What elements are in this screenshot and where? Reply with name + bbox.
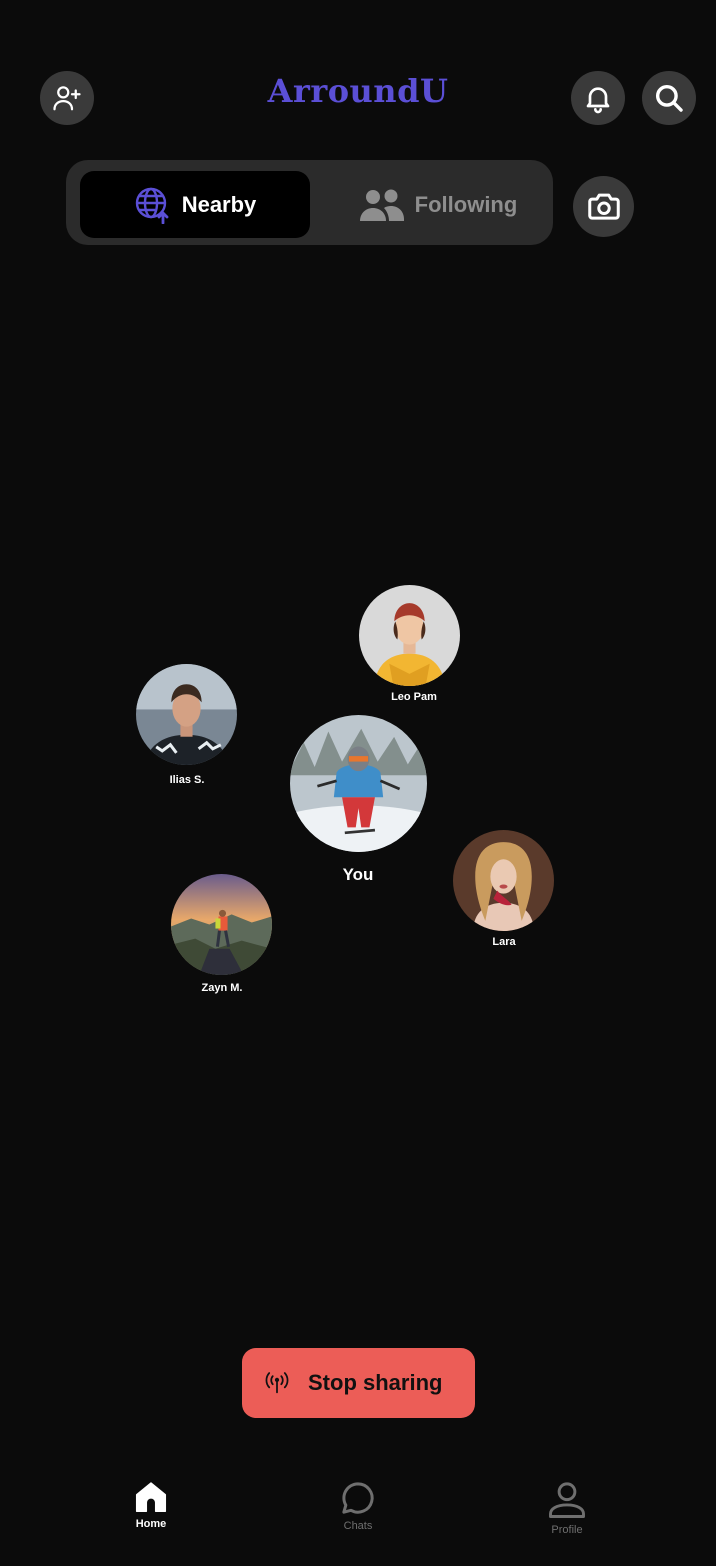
avatar-photo	[359, 585, 460, 686]
avatar-name-you: You	[342, 865, 374, 884]
avatar-name-ilias-s: Ilias S.	[169, 774, 205, 786]
search-icon	[655, 84, 683, 112]
camera-icon	[587, 193, 620, 220]
search-button[interactable]	[642, 71, 696, 125]
chat-bubble-icon	[342, 1482, 374, 1514]
avatar-lara[interactable]	[453, 830, 554, 931]
avatar-photo	[136, 664, 237, 765]
nav-chats-label: Chats	[343, 1520, 373, 1532]
users-icon	[359, 189, 404, 221]
avatar-name-leo-pam: Leo Pam	[391, 691, 437, 703]
profile-icon	[549, 1482, 585, 1518]
stop-sharing-label: Stop sharing	[308, 1370, 443, 1395]
nav-profile[interactable]: Profile	[507, 1478, 627, 1536]
stop-sharing-button[interactable]: Stop sharing	[242, 1348, 475, 1418]
tab-following-label: Following	[414, 191, 518, 217]
nav-chats[interactable]: Chats	[298, 1478, 418, 1532]
tab-nearby-label: Nearby	[181, 191, 257, 217]
notifications-button[interactable]	[571, 71, 625, 125]
feed-tabs: Nearby Following	[66, 160, 553, 245]
bell-icon	[586, 87, 610, 114]
home-icon	[135, 1482, 167, 1513]
avatar-photo	[171, 874, 272, 975]
globe-location-icon	[135, 187, 169, 224]
camera-button[interactable]	[573, 176, 634, 237]
broadcast-icon	[265, 1372, 289, 1394]
avatar-you[interactable]	[290, 715, 427, 852]
nav-profile-label: Profile	[551, 1524, 583, 1536]
nav-home-label: Home	[135, 1518, 167, 1530]
tab-following[interactable]: Following	[328, 171, 548, 238]
avatar-name-zayn-m: Zayn M.	[201, 982, 243, 994]
nav-home[interactable]: Home	[91, 1478, 211, 1530]
avatar-photo	[290, 715, 427, 852]
avatar-name-lara: Lara	[492, 936, 516, 948]
avatar-photo	[453, 830, 554, 931]
avatar-leo-pam[interactable]	[359, 585, 460, 686]
avatar-ilias-s[interactable]	[136, 664, 237, 765]
avatar-zayn-m[interactable]	[171, 874, 272, 975]
tab-nearby[interactable]: Nearby	[80, 171, 310, 238]
